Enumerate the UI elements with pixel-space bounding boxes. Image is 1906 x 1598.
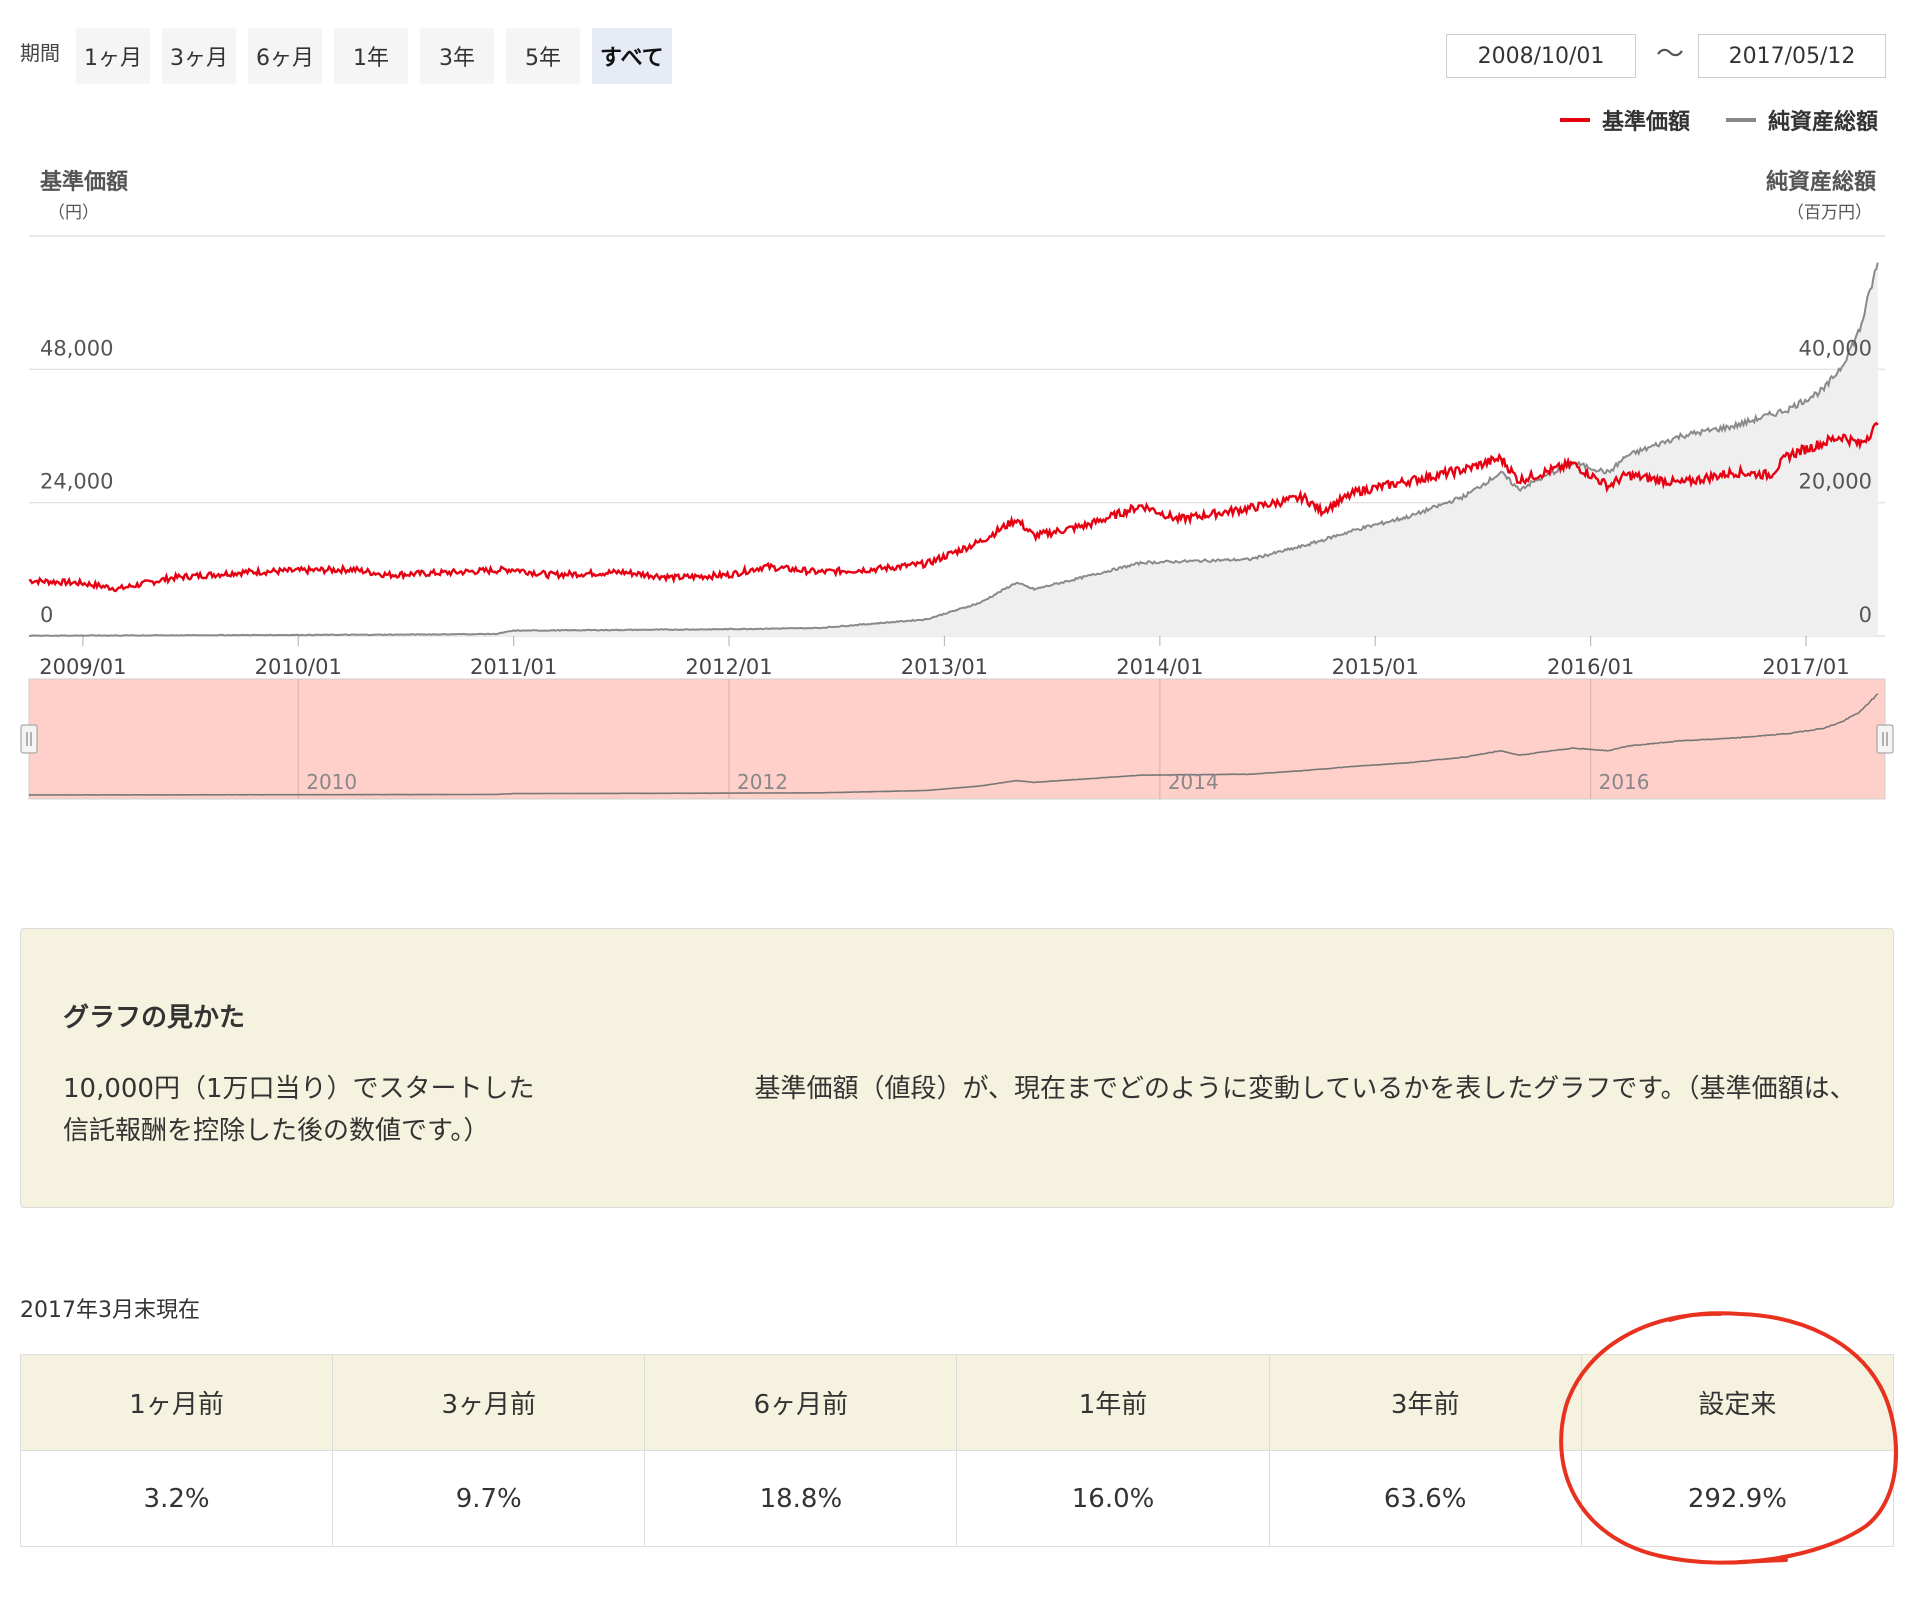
left-axis-tick: 24,000 [40, 470, 113, 494]
left-axis-tick: 48,000 [40, 336, 113, 360]
navigator-right-handle[interactable] [1876, 724, 1894, 754]
returns-header-since-inception: 設定来 [1580, 1354, 1895, 1451]
navigator-tick: 2012 [737, 770, 788, 794]
returns-value-1m: 3.2% [19, 1450, 334, 1547]
navigator-tick: 2016 [1599, 770, 1650, 794]
returns-header-3m: 3ヶ月前 [332, 1354, 646, 1451]
returns-table: 1ヶ月前 3ヶ月前 6ヶ月前 1年前 3年前 設定来 3.2% 9.7% 18.… [19, 1354, 1895, 1547]
returns-value-6m: 18.8% [644, 1450, 958, 1547]
right-axis-tick: 20,000 [1799, 470, 1872, 494]
net-assets-area [29, 262, 1878, 636]
returns-value-3m: 9.7% [332, 1450, 646, 1547]
right-axis-tick: 0 [1859, 603, 1872, 627]
returns-value-since-inception: 292.9% [1580, 1450, 1895, 1547]
navigator-tick: 2010 [306, 770, 357, 794]
returns-header-3y: 3年前 [1268, 1354, 1582, 1451]
range-navigator[interactable]: 2010 2012 2014 2016 [0, 676, 1906, 806]
returns-value-3y: 63.6% [1268, 1450, 1582, 1547]
right-axis-tick: 40,000 [1799, 336, 1872, 360]
graph-explanation-text-part1: 10,000円（1万口当り）でスタートした [63, 1074, 535, 1104]
navigator-tick: 2014 [1168, 770, 1219, 794]
returns-header-1y: 1年前 [956, 1354, 1270, 1451]
as-of-date: 2017年3月末現在 [20, 1298, 200, 1323]
returns-header-1m: 1ヶ月前 [19, 1354, 334, 1451]
graph-explanation-box: グラフの見かた 10,000円（1万口当り）でスタートした 基準価額（値段）が、現… [20, 928, 1894, 1208]
returns-value-row: 3.2% 9.7% 18.8% 16.0% 63.6% 292.9% [19, 1450, 1895, 1547]
returns-header-6m: 6ヶ月前 [644, 1354, 958, 1451]
returns-value-1y: 16.0% [956, 1450, 1270, 1547]
left-axis-tick: 0 [40, 603, 53, 627]
graph-explanation-text: 10,000円（1万口当り）でスタートした 基準価額（値段）が、現在までどのように… [63, 1068, 1863, 1152]
returns-header-row: 1ヶ月前 3ヶ月前 6ヶ月前 1年前 3年前 設定来 [19, 1354, 1895, 1451]
graph-explanation-title: グラフの見かた [63, 1003, 246, 1033]
navigator-left-handle[interactable] [20, 724, 38, 754]
